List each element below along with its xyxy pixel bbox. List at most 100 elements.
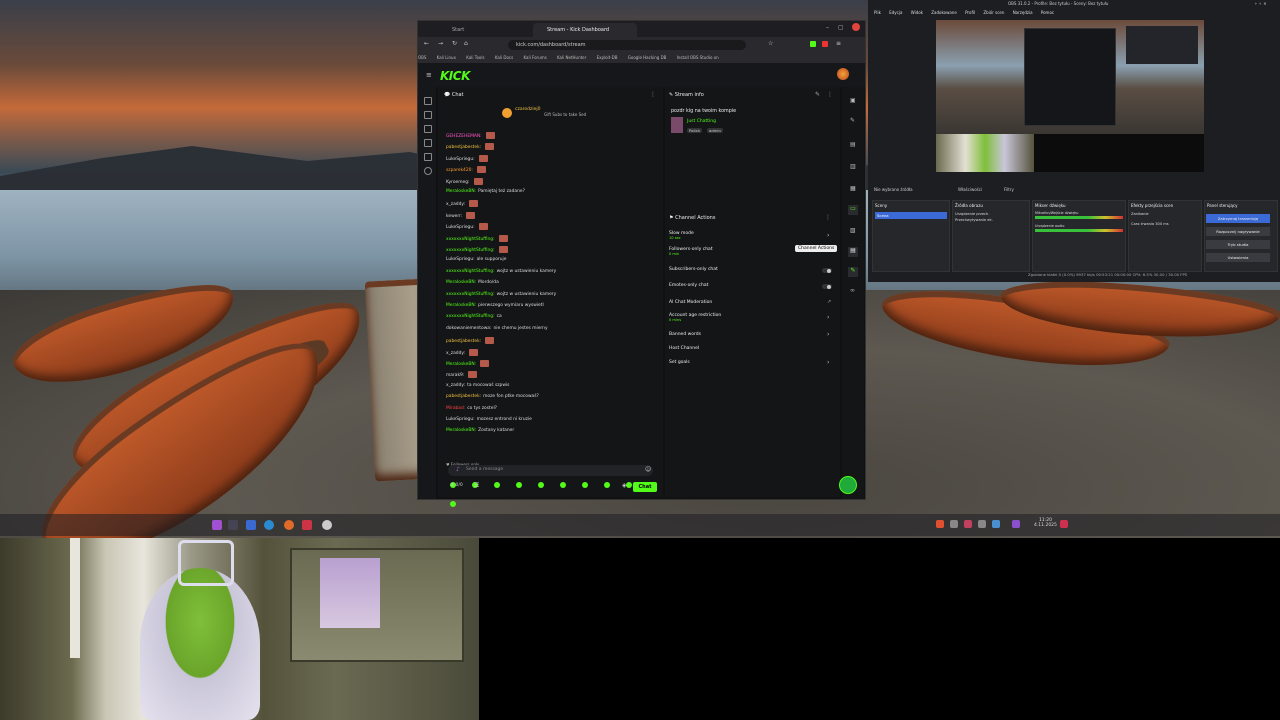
external-link-icon[interactable]: ↗	[827, 299, 831, 305]
notification-icon[interactable]	[1060, 520, 1068, 528]
chat-username[interactable]: xxxxxxxNightStuffing:	[446, 314, 495, 319]
home-icon[interactable]	[424, 97, 432, 105]
close-icon[interactable]	[852, 23, 860, 31]
extension-icon[interactable]	[822, 41, 828, 47]
gift-icon[interactable]: ◈	[622, 482, 627, 489]
menu-item[interactable]: Plik	[874, 10, 881, 15]
slow-mode-row[interactable]: Slow mode 10 sec	[669, 231, 694, 240]
chat-username[interactable]: kewerr:	[446, 214, 462, 219]
obs-icon[interactable]	[322, 520, 332, 530]
properties-button[interactable]: Właściwości	[958, 187, 982, 192]
chat-username[interactable]: xxxxxxxNightStuffing:	[446, 237, 495, 242]
minimize-icon[interactable]: –	[826, 24, 829, 31]
account-age-row[interactable]: Account age restriction 0 mins	[669, 313, 721, 322]
transition-duration[interactable]: Czas trwania 300 ms	[1131, 222, 1199, 226]
settings-button[interactable]: Ustawienia	[1206, 253, 1270, 262]
chat-username[interactable]: xxxxxxxNightStuffing:	[446, 248, 495, 253]
extension-icon[interactable]	[810, 41, 816, 47]
bookmark[interactable]: OBS	[418, 55, 426, 60]
app-icon[interactable]	[302, 520, 312, 530]
stream-icon[interactable]	[424, 111, 432, 119]
tray-icon[interactable]	[950, 520, 958, 528]
live-status-icon[interactable]	[839, 476, 857, 494]
set-goals-row[interactable]: Set goals	[669, 360, 690, 365]
browser-icon[interactable]	[264, 520, 274, 530]
app-menu-icon[interactable]	[212, 520, 222, 530]
chat-username[interactable]: pabestjabestek:	[446, 145, 481, 150]
chat-username[interactable]: x_zaddy:	[446, 202, 465, 207]
tray-icon[interactable]	[936, 520, 944, 528]
panel-icon[interactable]: ▦	[850, 185, 856, 192]
chevron-right-icon[interactable]: ›	[827, 331, 829, 338]
bookmark[interactable]: Kali Forums	[523, 55, 546, 60]
options-icon[interactable]: ⋮	[825, 214, 831, 221]
transition-select[interactable]: Zanikanie	[1131, 212, 1199, 216]
clock[interactable]: 11:20 4.11.2025	[1034, 518, 1057, 528]
bookmark[interactable]: Google Hacking DB	[628, 55, 667, 60]
source-item[interactable]: Urządzenie przech.	[955, 212, 1027, 216]
category-label[interactable]: Just Chatting	[687, 119, 716, 124]
community-icon[interactable]	[424, 139, 432, 147]
forward-icon[interactable]: →	[438, 40, 443, 47]
options-icon[interactable]: ⋮	[827, 91, 833, 98]
menu-icon[interactable]: ≡	[836, 40, 841, 47]
chat-username[interactable]: marak9:	[446, 373, 464, 378]
chat-options-icon[interactable]: ⋮	[650, 91, 656, 98]
send-chat-button[interactable]: Chat	[633, 482, 657, 492]
chat-username[interactable]: MeraIoskeBN:	[446, 362, 476, 367]
bookmark[interactable]: Kali Linux	[437, 55, 456, 60]
chat-username[interactable]: LukeSpriegu:	[446, 257, 475, 262]
chat-username[interactable]: x_zaddy:	[446, 351, 465, 356]
bookmark[interactable]: Install OBS Studio on	[677, 55, 719, 60]
hamburger-icon[interactable]: ≡	[426, 71, 432, 79]
channel-actions-icon[interactable]: ▤	[848, 247, 858, 257]
chat-username[interactable]: LukeSpriegu:	[446, 417, 475, 422]
emotes-only-toggle[interactable]	[822, 284, 832, 289]
panel-icon[interactable]: ▣	[850, 97, 856, 104]
ai-moderation-row[interactable]: AI Chat Moderation	[669, 300, 712, 305]
scene-item[interactable]: Scena	[875, 212, 947, 219]
tray-icon[interactable]	[964, 520, 972, 528]
chat-username[interactable]: pabestjabestek:	[446, 394, 481, 399]
reload-icon[interactable]: ↻	[452, 40, 457, 47]
back-icon[interactable]: ←	[424, 40, 429, 47]
subscribers-only-row[interactable]: Subscribers-only chat	[669, 267, 718, 272]
chat-username[interactable]: MeraIoskeBN:	[446, 428, 476, 433]
stop-streaming-button[interactable]: Zatrzymaj transmisję	[1206, 214, 1270, 223]
chat-username[interactable]: GEHEZEHEMAN:	[446, 134, 482, 139]
home-icon[interactable]: ⌂	[464, 40, 468, 47]
kick-logo[interactable]: KICK	[440, 69, 470, 83]
source-item[interactable]: Przechwytywanie ek.	[955, 218, 1027, 222]
start-recording-button[interactable]: Rozpocznij nagrywanie	[1206, 227, 1270, 236]
link-icon[interactable]: ∞	[850, 287, 855, 294]
chat-username[interactable]: MeraIoskeBN:	[446, 303, 476, 308]
mic-icon[interactable]: ♪	[456, 466, 460, 473]
edit-icon[interactable]: ✎	[815, 91, 820, 98]
bookmark[interactable]: Kali NetHunter	[557, 55, 586, 60]
panel-icon[interactable]: ▤	[850, 141, 856, 148]
menu-item[interactable]: Pomoc	[1041, 10, 1054, 15]
moderation-icon[interactable]: ✎	[848, 267, 858, 277]
star-icon[interactable]: ☆	[768, 40, 773, 47]
panel-icon[interactable]: ▧	[850, 227, 856, 234]
menu-item[interactable]: Narzędzia	[1013, 10, 1033, 15]
network-icon[interactable]	[992, 520, 1000, 528]
volume-icon[interactable]	[1012, 520, 1020, 528]
chevron-right-icon[interactable]: ›	[827, 232, 829, 239]
avatar[interactable]	[837, 68, 849, 80]
menu-item[interactable]: Zbiór scen	[983, 10, 1004, 15]
chevron-right-icon[interactable]: ›	[827, 359, 829, 366]
chat-username[interactable]: Kyroemeg:	[446, 180, 470, 185]
obs-preview[interactable]	[936, 20, 1204, 172]
terminal-icon[interactable]	[228, 520, 238, 530]
settings-icon[interactable]	[424, 167, 432, 175]
firefox-icon[interactable]	[284, 520, 294, 530]
chat-username[interactable]: MeraIoskeBN:	[446, 280, 476, 285]
browser-tab[interactable]: Start	[438, 23, 542, 37]
settings-icon[interactable]: ☰	[474, 482, 479, 489]
tray-icon[interactable]	[978, 520, 986, 528]
emoji-icon[interactable]: ☺	[645, 466, 651, 473]
browser-tab-active[interactable]: Stream - Kick Dashboard	[533, 23, 637, 37]
chat-username[interactable]: LukeSpriegu:	[446, 157, 475, 162]
chat-username[interactable]: pabestjabestek:	[446, 339, 481, 344]
